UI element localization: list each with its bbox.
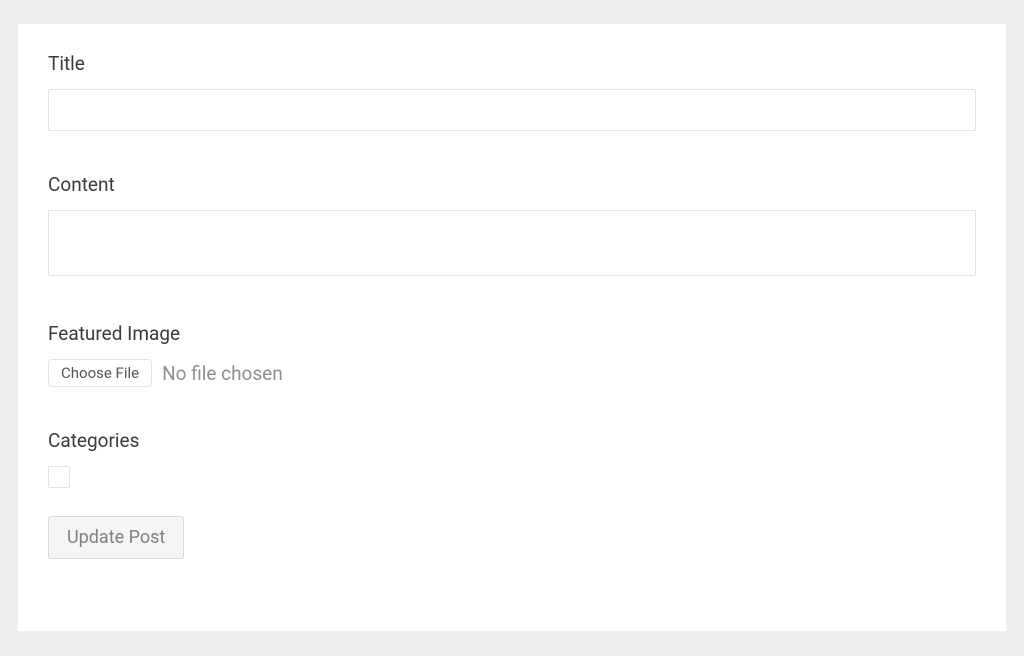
category-checkbox[interactable]	[48, 466, 70, 488]
categories-field: Categories	[48, 429, 976, 488]
title-input[interactable]	[48, 89, 976, 131]
post-form-card: Title Content Featured Image Choose File…	[18, 24, 1006, 631]
featured-image-field: Featured Image Choose File No file chose…	[48, 322, 976, 387]
file-chooser-row: Choose File No file chosen	[48, 359, 976, 387]
categories-label: Categories	[48, 429, 976, 452]
title-field: Title	[48, 52, 976, 131]
choose-file-button[interactable]: Choose File	[48, 359, 152, 387]
update-post-button[interactable]: Update Post	[48, 516, 184, 559]
content-field: Content	[48, 173, 976, 280]
file-status-text: No file chosen	[162, 362, 283, 385]
title-label: Title	[48, 52, 976, 75]
content-label: Content	[48, 173, 976, 196]
featured-image-label: Featured Image	[48, 322, 976, 345]
content-textarea[interactable]	[48, 210, 976, 276]
